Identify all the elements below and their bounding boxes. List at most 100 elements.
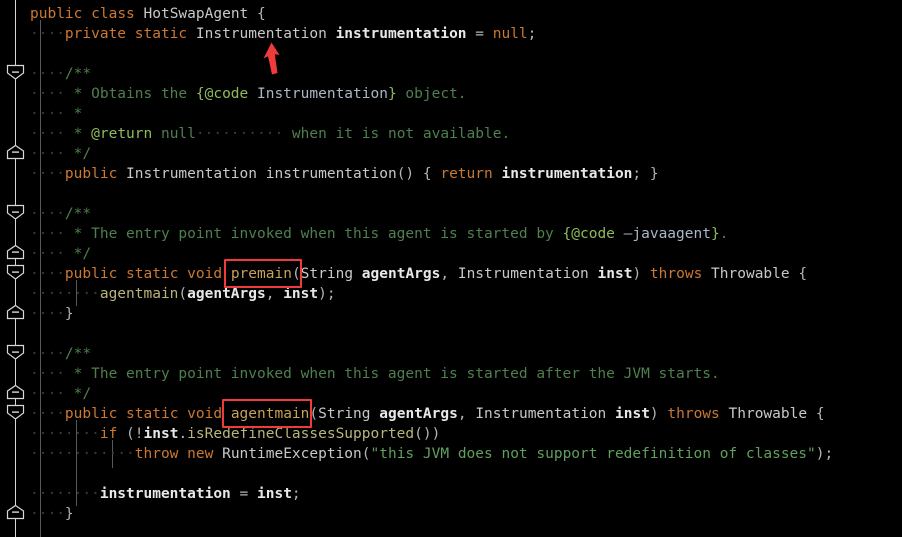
token: String [300, 266, 354, 282]
fold-javadoc-premain-close[interactable] [6, 244, 25, 260]
token: Throwable [728, 406, 808, 422]
token: static [126, 266, 179, 282]
line-field-instrumentation[interactable]: ····private static Instrumentation instr… [30, 24, 536, 44]
line-agentmain-if-check[interactable]: ········if (!inst.isRedefineClassesSuppo… [30, 424, 440, 444]
token: agentArgs [187, 286, 266, 302]
token: */ [64, 246, 92, 262]
token: premain [230, 266, 292, 282]
code-content[interactable]: public class HotSwapAgent {····private s… [0, 0, 902, 537]
line-class-declaration[interactable]: public class HotSwapAgent { [30, 4, 266, 24]
token: instrumentation [99, 486, 231, 502]
token: ; [291, 486, 301, 502]
line-premain-body-call[interactable]: ········agentmain(agentArgs, inst); [30, 284, 336, 304]
token: ···· [30, 206, 65, 222]
token: @return [91, 126, 153, 142]
fold-method-premain-open[interactable] [6, 264, 25, 280]
line-method-instrumentation-getter[interactable]: ····public Instrumentation instrumentati… [30, 164, 659, 184]
line-method-agentmain-signature[interactable]: ····public static void agentmain(String … [30, 404, 825, 424]
token: } [64, 506, 74, 522]
token: ···· [30, 306, 65, 322]
token: throw [134, 446, 179, 462]
token: ···· [30, 386, 65, 402]
token: null [152, 126, 196, 142]
line-premain-close-brace[interactable]: ····} [30, 304, 74, 324]
line-javadoc-agentmain-start[interactable]: ····/** [30, 344, 91, 364]
token: void [187, 266, 223, 282]
line-javadoc-instrumentation-end[interactable]: ···· */ [30, 144, 91, 164]
token: ···· [30, 126, 65, 142]
token: inst [597, 266, 633, 282]
token: ···· [30, 266, 65, 282]
line-javadoc-agentmain-body[interactable]: ···· * The entry point invoked when this… [30, 364, 720, 384]
token: void [187, 406, 223, 422]
token: } [387, 86, 397, 102]
token: throws [667, 406, 720, 422]
token: ···· [30, 226, 65, 242]
token: , [440, 266, 458, 282]
line-agentmain-assign[interactable]: ········instrumentation = inst; [30, 484, 301, 504]
token: ········ [30, 486, 100, 502]
token: RuntimeException [222, 446, 362, 462]
line-javadoc-agentmain-end[interactable]: ···· */ [30, 384, 91, 404]
line-agentmain-throw[interactable]: ············throw new RuntimeException("… [30, 444, 833, 464]
fold-method-agentmain-close[interactable] [6, 504, 25, 520]
fold-javadoc-instrumentation-open[interactable] [6, 64, 25, 80]
token: return [440, 166, 493, 182]
token: } [710, 226, 720, 242]
token: static [126, 406, 179, 422]
token: ); [318, 286, 336, 302]
code-editor[interactable]: public class HotSwapAgent {····private s… [0, 0, 902, 537]
token: ); [815, 446, 834, 462]
fold-javadoc-agentmain-close[interactable] [6, 384, 25, 400]
token: when it is not available. [283, 126, 511, 142]
token: public [64, 406, 118, 422]
token: Instrumentation [126, 166, 257, 182]
token: Instrumentation [475, 406, 607, 422]
line-javadoc-premain-start[interactable]: ····/** [30, 204, 91, 224]
token: */ [64, 386, 92, 402]
fold-javadoc-instrumentation-close[interactable] [6, 144, 25, 160]
token: –javaagent [614, 226, 711, 242]
line-javadoc-instrumentation-return[interactable]: ···· * @return null·········· when it is… [30, 124, 510, 144]
line-javadoc-premain-end[interactable]: ···· */ [30, 244, 91, 264]
token: . [719, 226, 729, 242]
token: static [134, 26, 188, 42]
line-agentmain-close-brace[interactable]: ····} [30, 504, 74, 524]
token: ···· [30, 146, 65, 162]
line-javadoc-instrumentation-body[interactable]: ···· * Obtains the {@code Instrumentatio… [30, 84, 467, 104]
code-folding-gutter[interactable] [0, 0, 30, 537]
token: , [265, 286, 284, 302]
token: instrumentation [265, 166, 397, 182]
token: ) [632, 266, 650, 282]
token: inst [283, 286, 319, 302]
token: if [99, 426, 118, 442]
line-javadoc-premain-body[interactable]: ···· * The entry point invoked when this… [30, 224, 728, 244]
fold-javadoc-agentmain-open[interactable] [6, 344, 25, 360]
token: } [64, 306, 74, 322]
line-javadoc-instrumentation-blank[interactable]: ···· * [30, 104, 82, 124]
line-method-premain-signature[interactable]: ····public static void premain(String ag… [30, 264, 807, 284]
token: * The entry point invoked when this agen… [64, 226, 563, 242]
token: Instrumentation [195, 26, 327, 42]
token: object. [396, 86, 467, 102]
fold-method-premain-close[interactable] [6, 304, 25, 320]
token: ; [527, 26, 537, 42]
token: String [318, 406, 371, 422]
fold-method-agentmain-open[interactable] [6, 404, 25, 420]
token: /** [64, 66, 92, 82]
token: ···· [30, 26, 65, 42]
fold-javadoc-premain-open[interactable] [6, 204, 25, 220]
line-javadoc-instrumentation-start[interactable]: ····/** [30, 64, 91, 84]
token: instrumentation [335, 26, 467, 42]
token: inst [257, 486, 292, 502]
token: Instrumentation [248, 86, 388, 102]
